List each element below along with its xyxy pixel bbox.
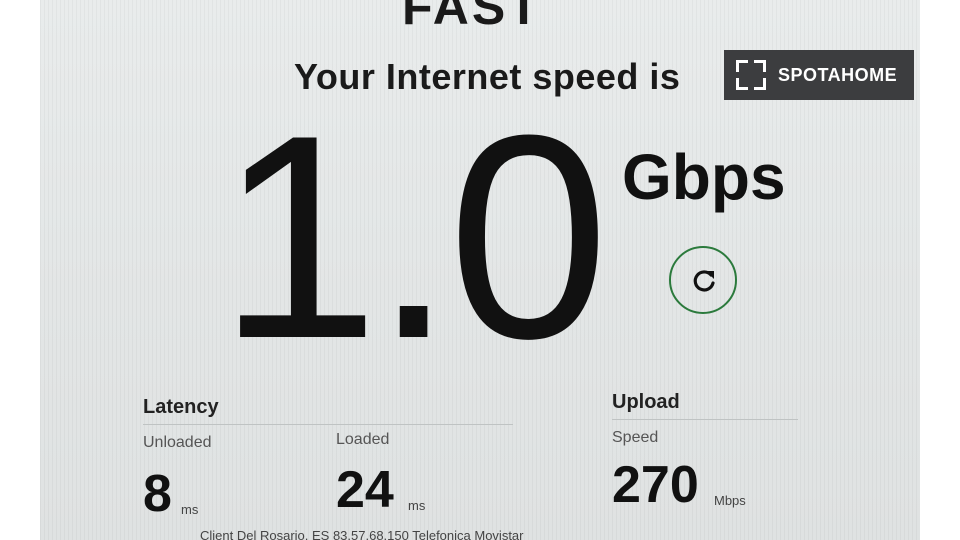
upload-divider (612, 419, 798, 420)
refresh-button[interactable] (669, 246, 737, 314)
upload-heading: Upload (612, 391, 680, 413)
latency-heading: Latency (143, 396, 219, 418)
loaded-latency-unit: ms (408, 498, 426, 513)
refresh-icon (693, 270, 715, 292)
watermark-text: SPOTAHOME (778, 64, 898, 85)
download-speed-value: 1.0 (218, 75, 609, 399)
download-speed-units: Gbps (622, 141, 786, 213)
upload-speed-value: 270 (612, 456, 699, 514)
upload-speed-label: Speed (612, 429, 659, 446)
unloaded-latency-value: 8 (143, 465, 172, 523)
loaded-label: Loaded (336, 431, 390, 448)
unloaded-label: Unloaded (143, 434, 212, 451)
latency-divider (143, 424, 513, 425)
client-info: Client Del Rosario, ES 83.57.68.150 Tele… (200, 528, 524, 540)
loaded-latency-value: 24 (336, 461, 394, 519)
brand-logo-text: FAST (402, 0, 542, 35)
spotahome-watermark: SPOTAHOME (724, 50, 914, 100)
unloaded-latency-unit: ms (181, 502, 199, 517)
upload-speed-unit: Mbps (714, 493, 746, 508)
spotahome-logo-icon (736, 60, 766, 90)
